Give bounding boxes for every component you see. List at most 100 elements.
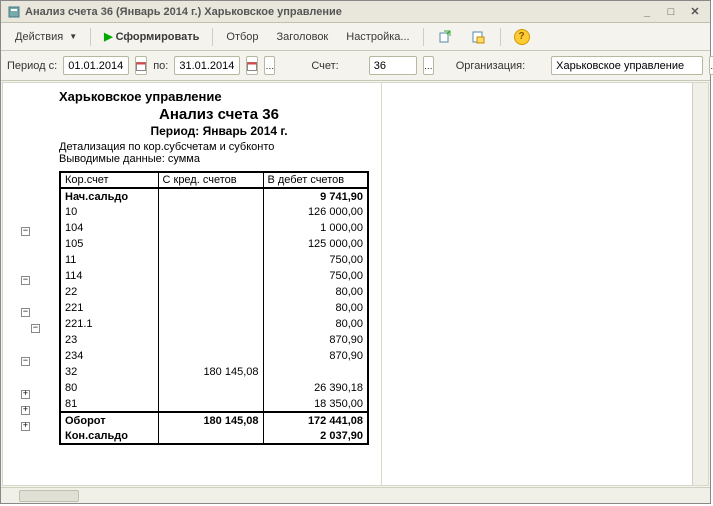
separator xyxy=(212,28,213,46)
settings-button[interactable]: Настройка... xyxy=(338,27,417,47)
table-row: 22180,00 xyxy=(60,300,368,316)
cell-debit: 9 741,90 xyxy=(263,188,368,204)
filter-button[interactable]: Отбор xyxy=(218,27,266,47)
actions-menu[interactable]: Действия ▼ xyxy=(7,27,85,47)
cell-credit xyxy=(158,236,263,252)
help-button[interactable]: ? xyxy=(506,25,538,49)
cell-debit: 26 390,18 xyxy=(263,380,368,396)
report-period: Период: Январь 2014 г. xyxy=(59,124,379,138)
cell-debit: 80,00 xyxy=(263,316,368,332)
cell-credit xyxy=(158,380,263,396)
org-input[interactable] xyxy=(551,56,703,75)
table-row: 2280,00 xyxy=(60,284,368,300)
cell-account: 80 xyxy=(60,380,158,396)
app-icon xyxy=(7,5,21,19)
period-from-input[interactable] xyxy=(63,56,129,75)
table-row: 1041 000,00 xyxy=(60,220,368,236)
close-button[interactable]: ✕ xyxy=(686,4,704,20)
window-root: Анализ счета 36 (Январь 2014 г.) Харьков… xyxy=(0,0,711,504)
report-table: Кор.счет С кред. счетов В дебет счетов Н… xyxy=(59,171,369,445)
window-title: Анализ счета 36 (Январь 2014 г.) Харьков… xyxy=(25,6,638,18)
cell-account: Оборот xyxy=(60,412,158,428)
period-to-input[interactable] xyxy=(174,56,240,75)
table-row: Нач.сальдо 9 741,90 xyxy=(60,188,368,204)
cell-credit: 180 145,08 xyxy=(158,412,263,428)
report-area: Харьковское управление Анализ счета 36 П… xyxy=(49,83,692,485)
tree-collapse-icon[interactable]: − xyxy=(21,308,30,317)
date-picker-to[interactable] xyxy=(246,56,258,75)
period-ellipsis[interactable]: … xyxy=(264,56,275,75)
minimize-button[interactable]: _ xyxy=(638,4,656,20)
cell-debit: 1 000,00 xyxy=(263,220,368,236)
header-button[interactable]: Заголовок xyxy=(269,27,337,47)
table-row: 234870,90 xyxy=(60,348,368,364)
account-ellipsis[interactable]: … xyxy=(423,56,434,75)
table-header-row: Кор.счет С кред. счетов В дебет счетов xyxy=(60,172,368,188)
table-row: 32180 145,08 xyxy=(60,364,368,380)
vertical-scrollbar[interactable] xyxy=(692,83,708,485)
cell-credit xyxy=(158,300,263,316)
account-input[interactable] xyxy=(369,56,417,75)
cell-debit: 870,90 xyxy=(263,348,368,364)
table-row-closing: Кон.сальдо 2 037,90 xyxy=(60,428,368,444)
cell-debit: 125 000,00 xyxy=(263,236,368,252)
export-button[interactable] xyxy=(429,25,461,49)
col-account: Кор.счет xyxy=(60,172,158,188)
cell-account: 221.1 xyxy=(60,316,158,332)
play-icon: ▶ xyxy=(104,30,112,43)
org-label: Организация: xyxy=(456,60,525,72)
tree-expand-icon[interactable]: + xyxy=(21,390,30,399)
report-title: Анализ счета 36 xyxy=(59,106,379,123)
generate-label: Сформировать xyxy=(116,31,200,43)
cell-debit: 80,00 xyxy=(263,300,368,316)
cell-account: Нач.сальдо xyxy=(60,188,158,204)
restore-icon xyxy=(471,29,487,45)
cell-credit xyxy=(158,428,263,444)
cell-credit xyxy=(158,348,263,364)
table-row: 8118 350,00 xyxy=(60,396,368,412)
cell-account: 114 xyxy=(60,268,158,284)
date-picker-from[interactable] xyxy=(135,56,147,75)
restore-button[interactable] xyxy=(463,25,495,49)
toolbar: Действия ▼ ▶ Сформировать Отбор Заголово… xyxy=(1,23,710,51)
tree-collapse-icon[interactable]: − xyxy=(21,357,30,366)
table-row: 105 125 000,00 xyxy=(60,236,368,252)
table-row: 114750,00 xyxy=(60,268,368,284)
cell-debit: 750,00 xyxy=(263,252,368,268)
chevron-down-icon: ▼ xyxy=(69,32,77,41)
org-ellipsis[interactable]: … xyxy=(709,56,713,75)
table-row: 80 26 390,18 xyxy=(60,380,368,396)
tree-gutter: −−−−−+++ xyxy=(3,83,49,485)
cell-account: 105 xyxy=(60,236,158,252)
cell-debit: 18 350,00 xyxy=(263,396,368,412)
cell-account: 10 xyxy=(60,204,158,220)
table-row: 11750,00 xyxy=(60,252,368,268)
horizontal-scrollbar[interactable] xyxy=(1,487,710,503)
account-label: Счет: xyxy=(311,60,338,72)
scrollbar-thumb[interactable] xyxy=(19,490,79,502)
tree-collapse-icon[interactable]: − xyxy=(21,227,30,236)
tree-expand-icon[interactable]: + xyxy=(21,406,30,415)
maximize-button[interactable]: □ xyxy=(662,4,680,20)
help-icon: ? xyxy=(514,29,530,45)
cell-debit: 2 037,90 xyxy=(263,428,368,444)
cell-account: 22 xyxy=(60,284,158,300)
tree-collapse-icon[interactable]: − xyxy=(21,276,30,285)
window-controls: _ □ ✕ xyxy=(638,4,704,20)
cell-credit xyxy=(158,188,263,204)
generate-button[interactable]: ▶ Сформировать xyxy=(96,26,207,47)
cell-credit xyxy=(158,268,263,284)
filter-bar: Период с: по: … Счет: … Организация: … xyxy=(1,51,710,81)
actions-label: Действия xyxy=(15,31,63,43)
report-org: Харьковское управление xyxy=(59,89,682,104)
cell-account: Кон.сальдо xyxy=(60,428,158,444)
tree-expand-icon[interactable]: + xyxy=(21,422,30,431)
separator xyxy=(500,28,501,46)
cell-debit: 870,90 xyxy=(263,332,368,348)
tree-collapse-icon[interactable]: − xyxy=(31,324,40,333)
col-credit: С кред. счетов xyxy=(158,172,263,188)
content-area: −−−−−+++ Харьковское управление Анализ с… xyxy=(2,82,709,486)
cell-account: 32 xyxy=(60,364,158,380)
report-detail: Детализация по кор.субсчетам и субконто xyxy=(59,141,682,153)
cell-credit xyxy=(158,220,263,236)
